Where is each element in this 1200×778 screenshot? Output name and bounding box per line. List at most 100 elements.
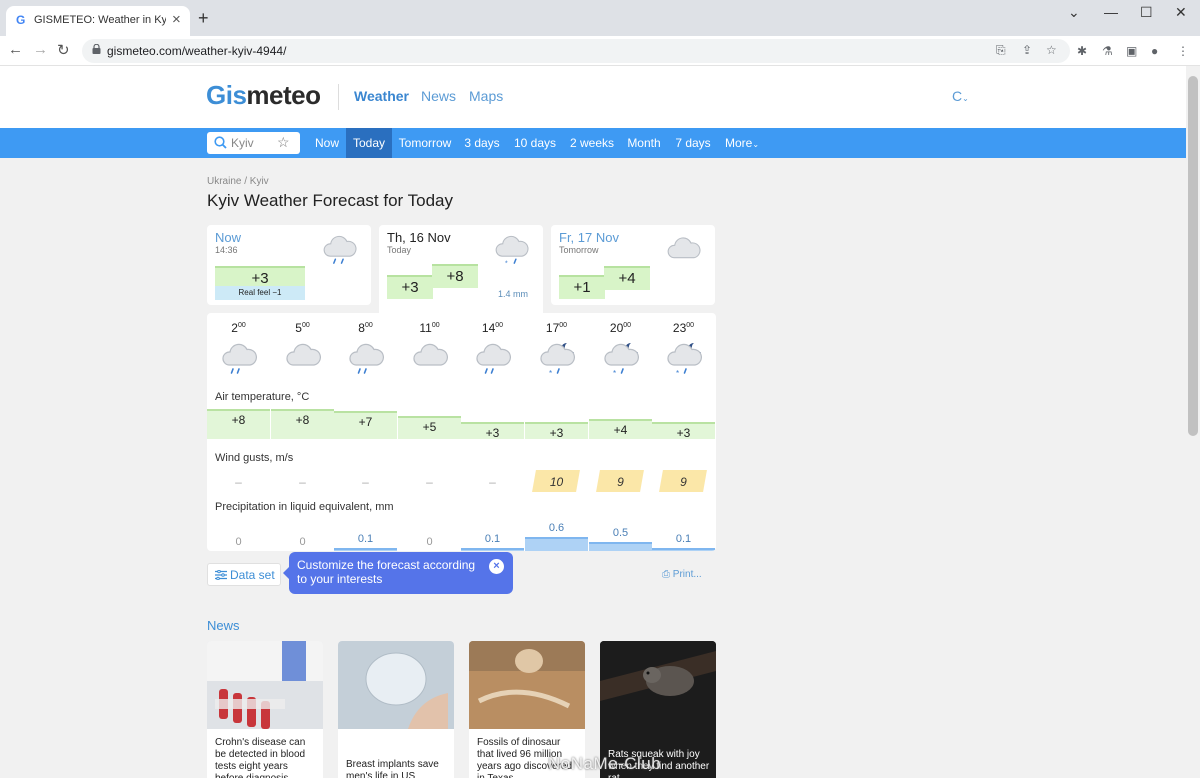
back-icon[interactable]: ←	[8, 41, 23, 58]
page-scrollbar[interactable]	[1186, 66, 1200, 778]
tab-tomorrow[interactable]: Tomorrow	[392, 128, 458, 158]
site-header: Gismeteo Weather News Maps C⌄	[0, 66, 1186, 128]
browser-tab[interactable]: G GISMETEO: Weather in Kyiv today ×	[6, 6, 190, 36]
tab-close-icon[interactable]: ×	[172, 11, 181, 28]
tab-10-days[interactable]: 10 days	[506, 128, 564, 158]
svg-text:*: *	[613, 369, 616, 378]
temp-max: +4	[604, 266, 650, 290]
cloud-rain-icon	[476, 343, 511, 374]
temp-min: +1	[559, 275, 605, 299]
close-icon[interactable]: ×	[489, 559, 504, 574]
card-today[interactable]: Th, 16 Nov Today * +3 +8 1.4 mm	[379, 225, 543, 313]
card-sub: Today	[387, 245, 412, 255]
temp-cell: +3	[652, 422, 715, 440]
browser-tabstrip: G GISMETEO: Weather in Kyiv today × + ⌄ …	[0, 0, 1200, 36]
card-tomorrow[interactable]: Fr, 17 Nov Tomorrow +1 +4	[551, 225, 715, 305]
tab-more[interactable]: More⌄	[720, 128, 764, 158]
side-panel-icon[interactable]: ▣	[1126, 44, 1137, 58]
precip-bar	[652, 548, 715, 551]
real-feel: Real feel −1	[215, 286, 305, 300]
hour-label: 500	[295, 321, 310, 335]
gismeteo-logo[interactable]: Gismeteo	[206, 80, 321, 111]
tab-2-weeks[interactable]: 2 weeks	[564, 128, 620, 158]
tab-3-days[interactable]: 3 days	[458, 128, 506, 158]
hour-column: 200 +8 – 0	[207, 313, 270, 551]
hour-column: 2300 * +3 9 0.1	[652, 313, 715, 551]
translate-icon[interactable]: ⎘	[996, 43, 1006, 58]
tab-search-icon[interactable]: ⌄	[1068, 4, 1080, 21]
cloud-rain-icon	[323, 235, 357, 264]
precip-value: 0	[299, 536, 306, 548]
menu-icon[interactable]: ⋮	[1177, 44, 1189, 58]
breadcrumb[interactable]: Ukraine / Kyiv	[207, 176, 269, 187]
print-link[interactable]: ⎙ Print...	[662, 569, 702, 580]
search-icon	[214, 136, 227, 149]
lock-icon	[92, 44, 101, 54]
labs-icon[interactable]: ⚗	[1102, 44, 1113, 58]
gust-value: –	[299, 475, 306, 489]
tooltip-text: Customize the forecast according to your…	[297, 558, 476, 586]
sliders-icon	[215, 570, 227, 580]
precip-value: 0	[235, 536, 242, 548]
precip-bar	[525, 537, 588, 551]
cloud-icon	[667, 237, 701, 259]
tab-now[interactable]: Now	[308, 128, 346, 158]
precip-amount: 1.4 mm	[498, 289, 529, 299]
forward-icon[interactable]: →	[33, 41, 48, 58]
gust-value: 10	[549, 475, 564, 489]
precip-bar	[589, 542, 652, 551]
hour-column: 800 +7 – 0.1	[334, 313, 397, 551]
profile-icon[interactable]: ●	[1151, 44, 1158, 58]
card-sub: Tomorrow	[559, 245, 599, 255]
search-input[interactable]: Kyiv	[231, 136, 254, 150]
news-heading[interactable]: News	[207, 618, 240, 633]
favorite-star-icon[interactable]: ☆	[277, 134, 290, 151]
tooltip-arrow	[283, 567, 289, 579]
cloud-snow-icon: *	[495, 235, 529, 267]
address-bar[interactable]: gismeteo.com/weather-kyiv-4944/ ⎘ ⇪ ☆	[82, 39, 1070, 63]
temp-cell: +5	[398, 416, 461, 439]
favicon-icon: G	[16, 13, 26, 27]
hour-label: 2000	[609, 321, 632, 335]
maximize-icon[interactable]: ☐	[1140, 4, 1153, 21]
window-close-icon[interactable]: ✕	[1175, 4, 1187, 21]
share-icon[interactable]: ⇪	[1022, 43, 1032, 57]
night-cloud-snow-icon: *	[667, 343, 702, 378]
svg-text:*: *	[505, 260, 508, 267]
card-time: 14:36	[215, 245, 238, 255]
precip-bar	[461, 548, 524, 551]
unit-switch[interactable]: C⌄	[952, 88, 969, 104]
watermark: NoNaMe-Club	[548, 754, 662, 773]
extensions-icon[interactable]: ✱	[1077, 44, 1087, 58]
gust-value: 9	[617, 475, 624, 489]
news-card[interactable]: Crohn's disease can be detected in blood…	[207, 641, 323, 778]
new-tab-icon[interactable]: +	[198, 8, 209, 29]
hour-label: 800	[358, 321, 373, 335]
precip-bar	[334, 548, 397, 551]
bookmark-star-icon[interactable]: ☆	[1046, 43, 1057, 57]
news-card[interactable]: Breast implants save men's life in US	[338, 641, 454, 778]
tab-today[interactable]: Today	[346, 128, 392, 158]
forecast-nav: Kyiv ☆ Now Today Tomorrow 3 days 10 days…	[0, 128, 1186, 158]
reload-icon[interactable]: ↻	[57, 41, 70, 59]
printer-icon: ⎙	[662, 569, 673, 580]
scrollbar-thumb[interactable]	[1188, 76, 1198, 436]
cloud-rain-icon	[349, 343, 384, 374]
header-link-news[interactable]: News	[421, 88, 456, 104]
hour-label: 1400	[481, 321, 504, 335]
gust-value: –	[235, 475, 242, 489]
card-now[interactable]: Now 14:36 +3 Real feel −1	[207, 225, 371, 305]
minimize-icon[interactable]: —	[1104, 4, 1118, 20]
gust-value: –	[362, 475, 369, 489]
precip-value: 0.6	[548, 522, 565, 534]
data-set-label: Data set	[230, 568, 275, 582]
city-search[interactable]: Kyiv ☆	[207, 132, 300, 154]
svg-text:*: *	[549, 369, 552, 378]
header-link-weather[interactable]: Weather	[354, 88, 409, 104]
cloud-icon	[286, 343, 321, 366]
tab-7-days[interactable]: 7 days	[668, 128, 718, 158]
data-set-button[interactable]: Data set	[207, 563, 281, 586]
url-text: gismeteo.com/weather-kyiv-4944/	[107, 44, 287, 58]
header-link-maps[interactable]: Maps	[469, 88, 503, 104]
tab-month[interactable]: Month	[620, 128, 668, 158]
